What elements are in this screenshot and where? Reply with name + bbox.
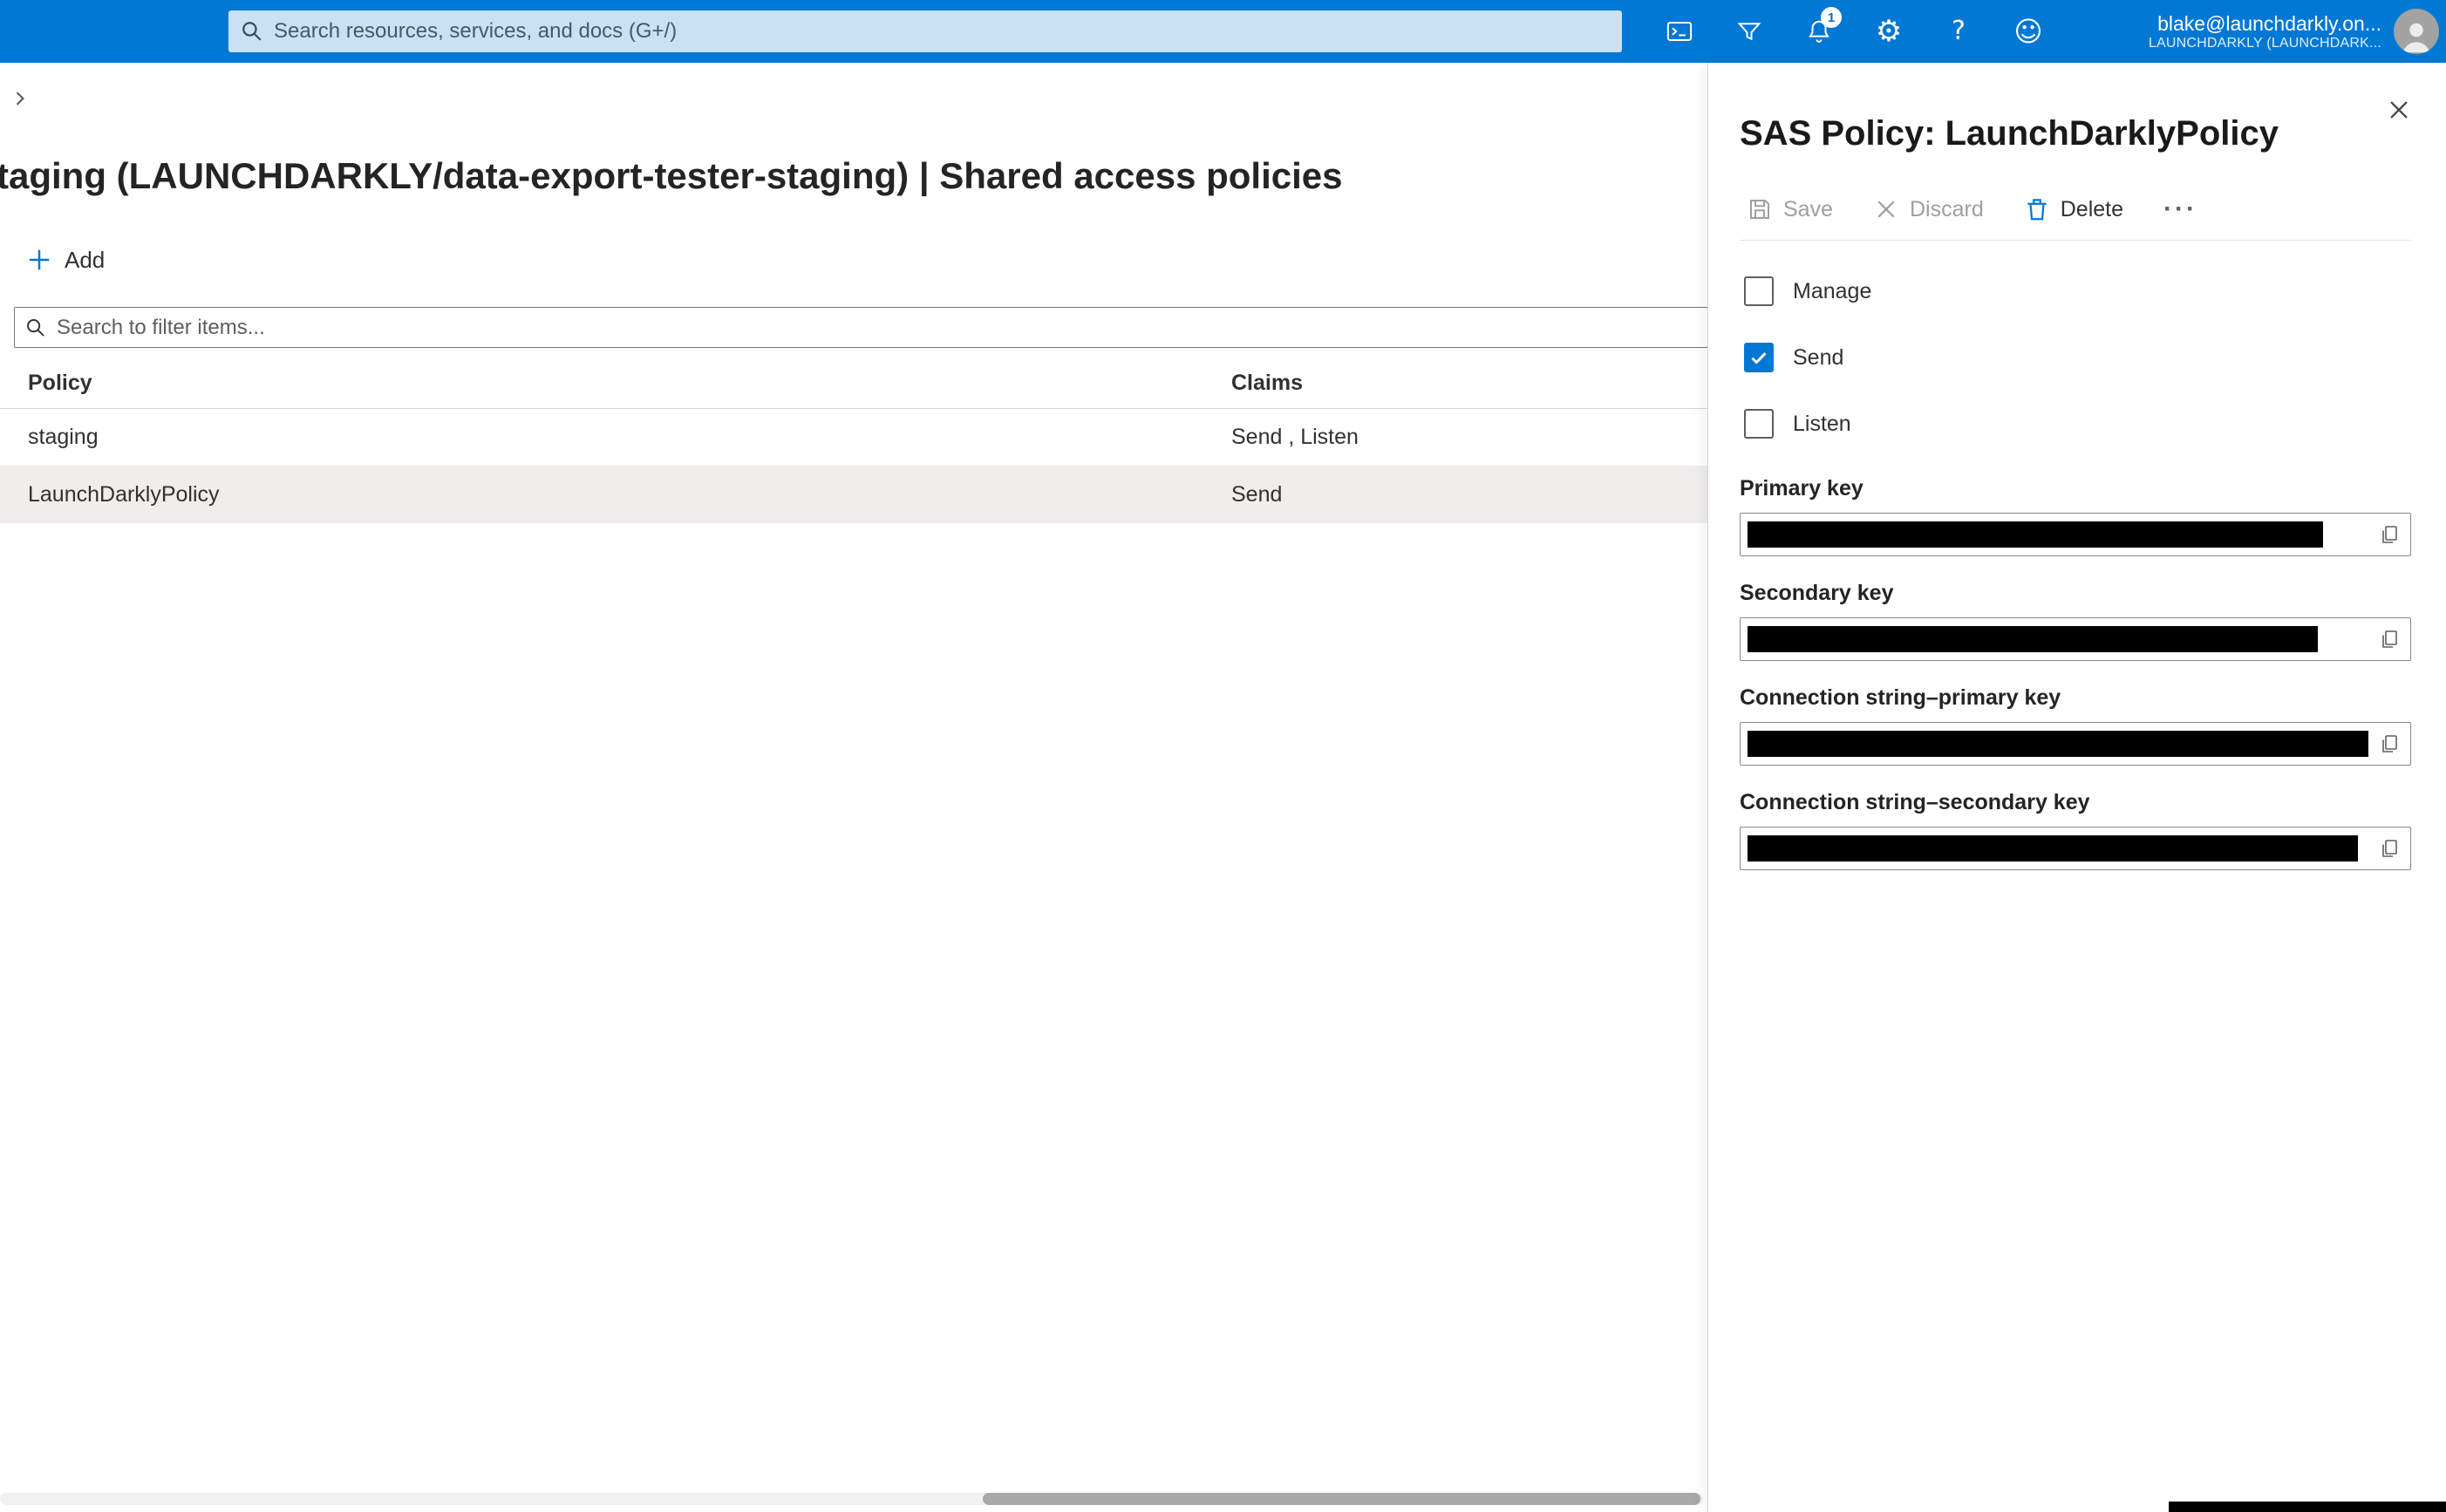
discard-button[interactable]: Discard xyxy=(1873,196,1984,222)
redacted-value xyxy=(1748,835,2358,862)
connection-string-primary-label: Connection string–primary key xyxy=(1740,685,2061,711)
delete-button-label: Delete xyxy=(2061,197,2123,222)
redacted-value xyxy=(1748,521,2323,548)
account-info: blake@launchdarkly.on... LAUNCHDARKLY (L… xyxy=(2149,12,2381,51)
account-menu[interactable]: blake@launchdarkly.on... LAUNCHDARKLY (L… xyxy=(2149,0,2439,63)
policy-cell: LaunchDarklyPolicy xyxy=(28,466,220,523)
secondary-key-label: Secondary key xyxy=(1740,581,1894,606)
plus-icon xyxy=(26,247,52,273)
person-icon xyxy=(2397,16,2436,54)
primary-key-field[interactable] xyxy=(1740,513,2411,556)
primary-key-label: Primary key xyxy=(1740,476,1863,501)
toolbar-divider xyxy=(1740,240,2411,241)
help-icon: ? xyxy=(1952,18,1966,44)
topbar-actions: 1 ⚙ ? ☺ xyxy=(1645,0,2063,63)
checkmark-icon xyxy=(1748,347,1769,368)
breadcrumb-expand[interactable] xyxy=(10,89,30,112)
main-content: taging (LAUNCHDARKLY/data-export-tester-… xyxy=(0,63,1708,1512)
redacted-value xyxy=(1748,626,2318,652)
notification-badge: 1 xyxy=(1821,7,1842,28)
directory-filter-button[interactable] xyxy=(1714,0,1784,63)
feedback-button[interactable]: ☺ xyxy=(1993,0,2063,63)
trash-icon xyxy=(2024,196,2050,222)
panel-title: SAS Policy: LaunchDarklyPolicy xyxy=(1740,114,2279,153)
listen-checkbox-label: Listen xyxy=(1793,412,1851,437)
search-icon xyxy=(25,317,46,338)
global-search[interactable] xyxy=(228,10,1622,52)
copy-icon xyxy=(2379,837,2400,860)
avatar[interactable] xyxy=(2394,9,2439,54)
manage-checkbox[interactable] xyxy=(1744,276,1774,306)
panel-toolbar: Save Discard Delete ··· xyxy=(1747,187,2197,232)
send-checkbox[interactable] xyxy=(1744,343,1774,372)
table-row[interactable]: staging Send , Listen xyxy=(0,408,1708,466)
page-title: taging (LAUNCHDARKLY/data-export-tester-… xyxy=(0,155,1343,197)
filter-search-input[interactable] xyxy=(55,315,1697,341)
policy-cell: staging xyxy=(28,408,99,466)
directory-filter-icon xyxy=(1736,18,1762,44)
copy-button[interactable] xyxy=(2374,623,2405,655)
secondary-key-field[interactable] xyxy=(1740,617,2411,661)
filter-search[interactable] xyxy=(14,307,1708,348)
copy-icon xyxy=(2379,732,2400,755)
connection-string-primary-field[interactable] xyxy=(1740,722,2411,766)
help-button[interactable]: ? xyxy=(1924,0,1993,63)
table-header: Policy Claims xyxy=(0,358,1708,409)
copy-icon xyxy=(2379,628,2400,650)
delete-button[interactable]: Delete xyxy=(2024,196,2123,222)
horizontal-scrollbar[interactable] xyxy=(0,1493,1703,1505)
sas-policy-panel: SAS Policy: LaunchDarklyPolicy Save Disc… xyxy=(1707,63,2446,1512)
column-header-claims[interactable]: Claims xyxy=(1231,358,1303,408)
ellipsis-icon: ··· xyxy=(2163,194,2197,223)
global-search-input[interactable] xyxy=(272,18,1610,44)
connection-string-secondary-field[interactable] xyxy=(1740,827,2411,870)
cloud-shell-button[interactable] xyxy=(1645,0,1714,63)
copy-button[interactable] xyxy=(2374,728,2405,759)
connection-string-secondary-label: Connection string–secondary key xyxy=(1740,790,2090,815)
close-icon xyxy=(2388,99,2410,121)
user-tenant: LAUNCHDARKLY (LAUNCHDARK... xyxy=(2149,36,2381,51)
discard-x-icon xyxy=(1873,196,1899,222)
claims-cell: Send , Listen xyxy=(1231,408,1359,466)
add-button-label: Add xyxy=(65,247,105,274)
more-actions-button[interactable]: ··· xyxy=(2163,194,2197,224)
checkbox-row-listen[interactable]: Listen xyxy=(1744,408,1851,439)
send-checkbox-label: Send xyxy=(1793,345,1843,371)
listen-checkbox[interactable] xyxy=(1744,409,1774,439)
add-button[interactable]: Add xyxy=(26,237,105,283)
manage-checkbox-label: Manage xyxy=(1793,279,1871,304)
save-button[interactable]: Save xyxy=(1747,196,1833,222)
redacted-region xyxy=(2169,1502,2446,1512)
discard-button-label: Discard xyxy=(1910,197,1984,222)
cloud-shell-icon xyxy=(1666,18,1693,44)
chevron-right-icon xyxy=(10,89,30,108)
checkbox-row-send[interactable]: Send xyxy=(1744,342,1843,373)
save-button-label: Save xyxy=(1783,197,1833,222)
azure-portal: 1 ⚙ ? ☺ blake@launchdarkly.on... LAUNCHD… xyxy=(0,0,2446,1512)
horizontal-scrollbar-thumb[interactable] xyxy=(983,1493,1700,1505)
table-row-selected[interactable]: LaunchDarklyPolicy Send xyxy=(0,466,1708,523)
search-icon xyxy=(241,20,263,43)
checkbox-row-manage[interactable]: Manage xyxy=(1744,276,1871,307)
topbar: 1 ⚙ ? ☺ blake@launchdarkly.on... LAUNCHD… xyxy=(0,0,2446,63)
claims-cell: Send xyxy=(1231,466,1282,523)
close-button[interactable] xyxy=(2378,89,2420,131)
redacted-value xyxy=(1748,731,2368,757)
smiley-icon: ☺ xyxy=(2013,17,2042,45)
copy-button[interactable] xyxy=(2374,833,2405,864)
copy-button[interactable] xyxy=(2374,519,2405,550)
gear-icon: ⚙ xyxy=(1876,17,1902,46)
settings-button[interactable]: ⚙ xyxy=(1854,0,1924,63)
column-header-policy[interactable]: Policy xyxy=(28,358,92,408)
copy-icon xyxy=(2379,523,2400,546)
user-email: blake@launchdarkly.on... xyxy=(2149,12,2381,36)
notifications-button[interactable]: 1 xyxy=(1784,0,1854,63)
save-icon xyxy=(1747,196,1773,222)
